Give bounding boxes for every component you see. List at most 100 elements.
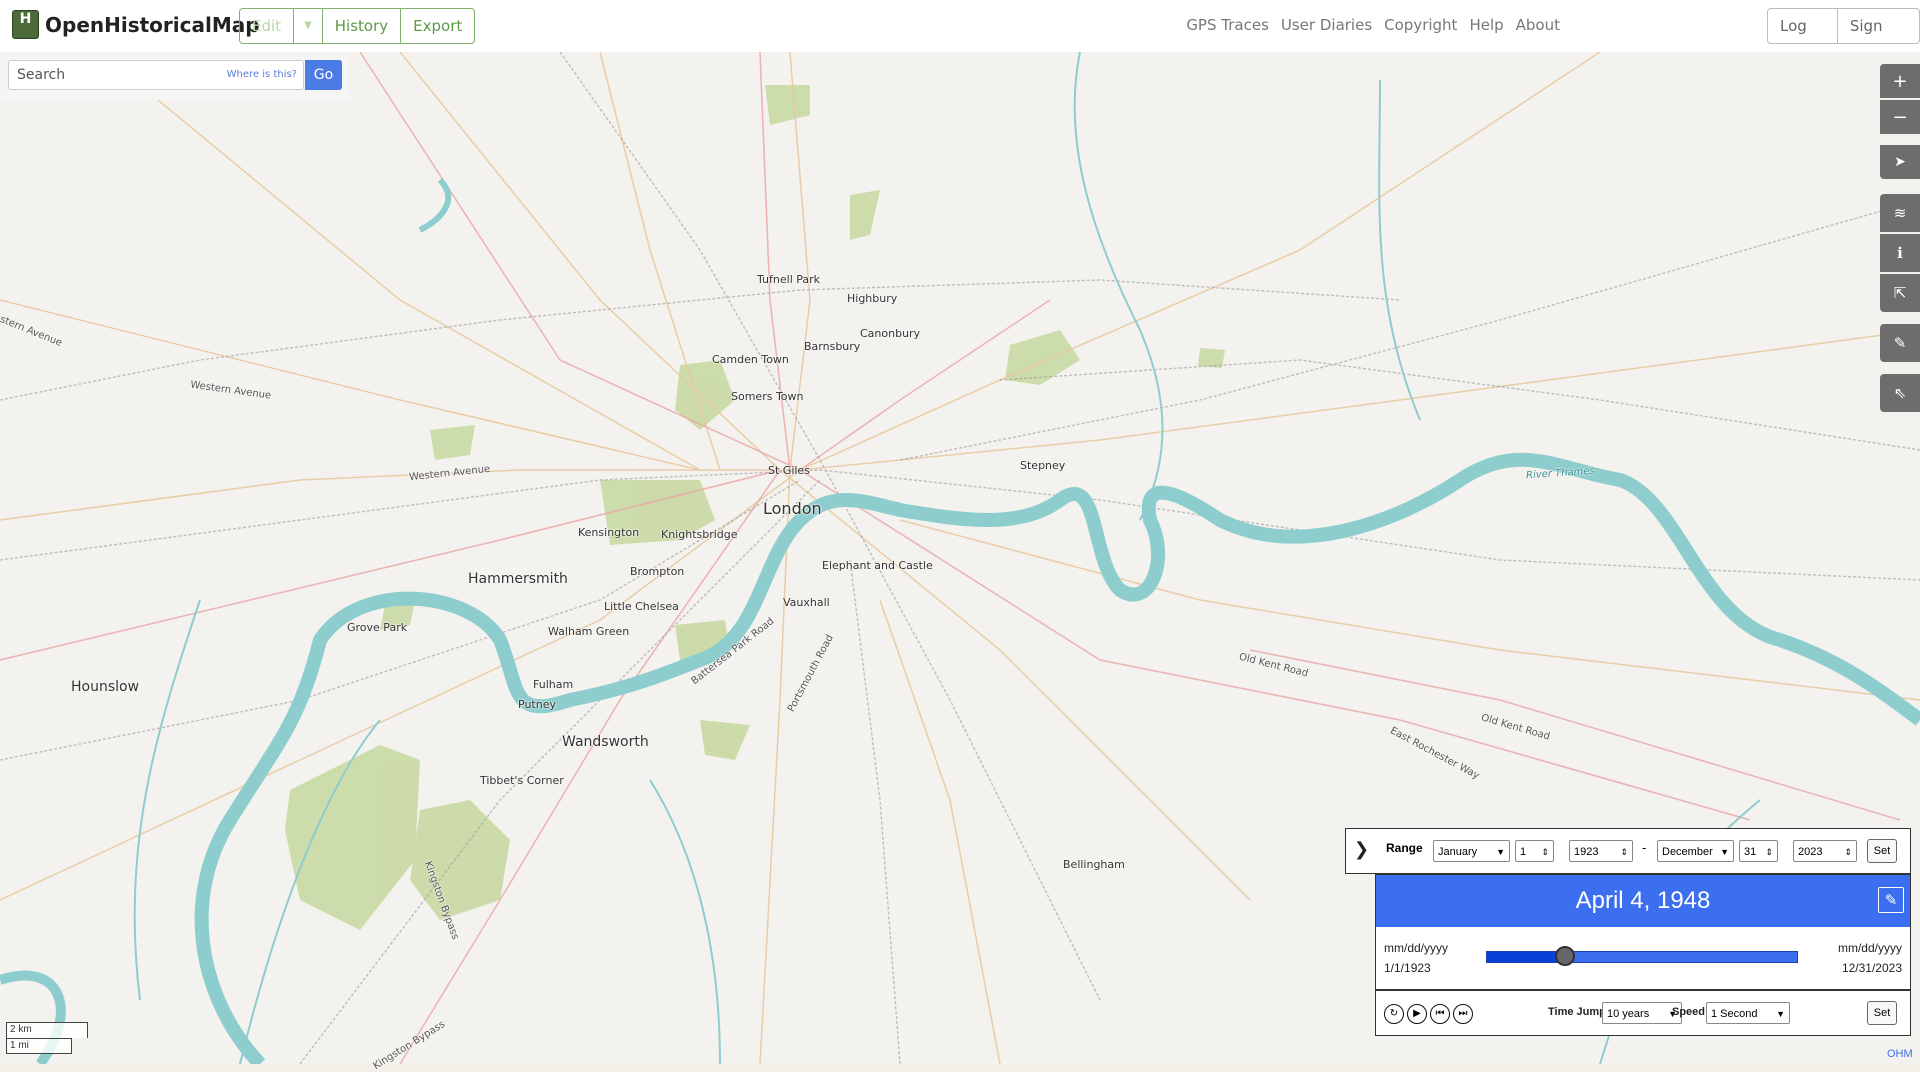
stepper-icon: ⇕ bbox=[1765, 847, 1773, 857]
place-label: Fulham bbox=[533, 678, 574, 691]
nav-gps-traces[interactable]: GPS Traces bbox=[1186, 16, 1269, 34]
edit-button-group: Edit ▼ History Export bbox=[239, 8, 476, 44]
layers-icon[interactable]: ≋ bbox=[1880, 194, 1920, 232]
search-panel: Search Where is this? Go bbox=[0, 52, 350, 100]
signup-button[interactable]: Sign Up bbox=[1838, 9, 1919, 43]
locate-icon[interactable]: ➤ bbox=[1880, 145, 1920, 179]
add-note-icon[interactable]: ✎ bbox=[1880, 324, 1920, 362]
place-label: Brompton bbox=[630, 565, 685, 578]
right-date-format: mm/dd/yyyy bbox=[1837, 941, 1902, 955]
play-icon[interactable]: ▶ bbox=[1407, 1004, 1427, 1024]
place-label: Grove Park bbox=[347, 621, 408, 634]
zoom-in-icon[interactable]: + bbox=[1880, 64, 1920, 98]
playback-controls: ↻ ▶ ⏮ ⏭ Time Jump 10 years ▼ Speed 1 Seco… bbox=[1375, 990, 1911, 1036]
reset-icon[interactable]: ↻ bbox=[1384, 1004, 1404, 1024]
stepper-icon: ⇕ bbox=[1541, 847, 1549, 857]
end-month-value: December bbox=[1662, 846, 1713, 858]
logo[interactable]: H OpenHistoricalMap bbox=[12, 10, 260, 39]
range-set-button[interactable]: Set bbox=[1867, 839, 1897, 863]
place-label: Tibbet's Corner bbox=[480, 774, 564, 787]
end-month-select[interactable]: December ▼ bbox=[1657, 840, 1734, 862]
place-label: Camden Town bbox=[712, 353, 789, 366]
step-forward-icon[interactable]: ⏭ bbox=[1453, 1004, 1473, 1024]
scale-bar: 2 km 1 mi bbox=[6, 1022, 88, 1054]
end-day-value: 31 bbox=[1744, 846, 1757, 858]
range-bar: ❯ Range January ▼ 1 ⇕ 1923 ⇕ - December ▼ 31… bbox=[1345, 828, 1911, 874]
search-input[interactable]: Search Where is this? bbox=[8, 60, 304, 90]
nav-help[interactable]: Help bbox=[1469, 16, 1503, 34]
place-label: Highbury bbox=[847, 292, 898, 305]
speed-label: Speed bbox=[1672, 1006, 1706, 1018]
place-label: Canonbury bbox=[860, 327, 921, 340]
place-label: Little Chelsea bbox=[604, 600, 679, 613]
edit-button[interactable]: Edit bbox=[240, 9, 295, 43]
start-month-select[interactable]: January ▼ bbox=[1433, 840, 1510, 862]
place-label: Hounslow bbox=[71, 679, 140, 695]
end-year-input[interactable]: 2023 ⇕ bbox=[1793, 840, 1857, 862]
login-button[interactable]: Log In bbox=[1768, 9, 1838, 43]
speed-value: 1 Second bbox=[1711, 1008, 1758, 1020]
site-title: OpenHistoricalMap bbox=[45, 12, 260, 37]
nav-about[interactable]: About bbox=[1516, 16, 1560, 34]
start-day-value: 1 bbox=[1520, 846, 1527, 858]
nav-user-diaries[interactable]: User Diaries bbox=[1281, 16, 1372, 34]
edit-date-icon[interactable]: ✎ bbox=[1878, 887, 1904, 913]
info-icon[interactable]: ℹ bbox=[1880, 234, 1920, 272]
place-label: Tufnell Park bbox=[757, 273, 821, 286]
date-panel: April 4, 1948 ✎ mm/dd/yyyy 1/1/1923 mm/d… bbox=[1375, 874, 1911, 990]
history-button[interactable]: History bbox=[323, 9, 402, 43]
place-label: London bbox=[763, 499, 822, 518]
secondary-nav: GPS Traces User Diaries Copyright Help A… bbox=[1186, 16, 1560, 34]
chevron-down-icon: ▼ bbox=[1496, 847, 1505, 857]
start-day-input[interactable]: 1 ⇕ bbox=[1515, 840, 1554, 862]
place-label: Kensington bbox=[578, 526, 640, 539]
place-label: Elephant and Castle bbox=[822, 559, 933, 572]
top-header: H OpenHistoricalMap Edit ▼ History Expor… bbox=[0, 0, 1920, 52]
logo-icon: H bbox=[12, 10, 39, 39]
search-placeholder: Search bbox=[17, 67, 66, 83]
search-go-button[interactable]: Go bbox=[305, 60, 342, 90]
auth-button-group: Log In Sign Up bbox=[1767, 8, 1920, 44]
query-features-icon[interactable]: ⇖ bbox=[1880, 374, 1920, 412]
range-dash: - bbox=[1642, 841, 1647, 855]
end-day-input[interactable]: 31 ⇕ bbox=[1739, 840, 1778, 862]
chevron-down-icon: ▼ bbox=[1776, 1009, 1785, 1019]
right-date: 12/31/2023 bbox=[1841, 961, 1902, 975]
place-label: Wandsworth bbox=[562, 734, 649, 750]
place-label: Walham Green bbox=[548, 625, 630, 638]
share-icon[interactable]: ⇱ bbox=[1880, 274, 1920, 312]
chevron-down-icon: ▼ bbox=[1720, 847, 1729, 857]
date-slider-track[interactable] bbox=[1486, 946, 1798, 966]
zoom-out-icon[interactable]: − bbox=[1880, 100, 1920, 134]
export-button[interactable]: Export bbox=[401, 9, 474, 43]
time-jump-select[interactable]: 10 years ▼ bbox=[1602, 1002, 1682, 1024]
nav-copyright[interactable]: Copyright bbox=[1384, 16, 1457, 34]
edit-dropdown-icon[interactable]: ▼ bbox=[294, 9, 323, 43]
place-label: Hammersmith bbox=[468, 571, 568, 587]
current-date: April 4, 1948 bbox=[1376, 875, 1910, 927]
place-label: Stepney bbox=[1020, 459, 1066, 472]
left-date-format: mm/dd/yyyy bbox=[1384, 941, 1449, 955]
stepper-icon: ⇕ bbox=[1844, 847, 1852, 857]
attribution-link[interactable]: OHM bbox=[1887, 1048, 1913, 1060]
place-label: Putney bbox=[518, 698, 556, 711]
start-year-input[interactable]: 1923 ⇕ bbox=[1569, 840, 1633, 862]
speed-set-button[interactable]: Set bbox=[1867, 1001, 1897, 1025]
range-label: Range bbox=[1386, 841, 1423, 855]
date-slider-handle[interactable] bbox=[1554, 946, 1575, 966]
start-month-value: January bbox=[1438, 846, 1478, 858]
scale-mi: 1 mi bbox=[6, 1038, 72, 1054]
collapse-chevron-icon[interactable]: ❯ bbox=[1354, 839, 1369, 860]
place-label: Vauxhall bbox=[783, 596, 830, 609]
place-label: Somers Town bbox=[731, 390, 804, 403]
end-year-value: 2023 bbox=[1798, 846, 1823, 858]
where-is-this-link[interactable]: Where is this? bbox=[227, 69, 297, 80]
step-back-icon[interactable]: ⏮ bbox=[1430, 1004, 1450, 1024]
date-slider-fill bbox=[1487, 952, 1565, 962]
time-jump-label: Time Jump bbox=[1548, 1006, 1606, 1018]
time-jump-value: 10 years bbox=[1607, 1008, 1650, 1020]
place-label: Knightsbridge bbox=[661, 528, 738, 541]
place-label: Bellingham bbox=[1063, 858, 1125, 871]
speed-select[interactable]: 1 Second ▼ bbox=[1706, 1002, 1790, 1024]
scale-km: 2 km bbox=[6, 1022, 88, 1038]
